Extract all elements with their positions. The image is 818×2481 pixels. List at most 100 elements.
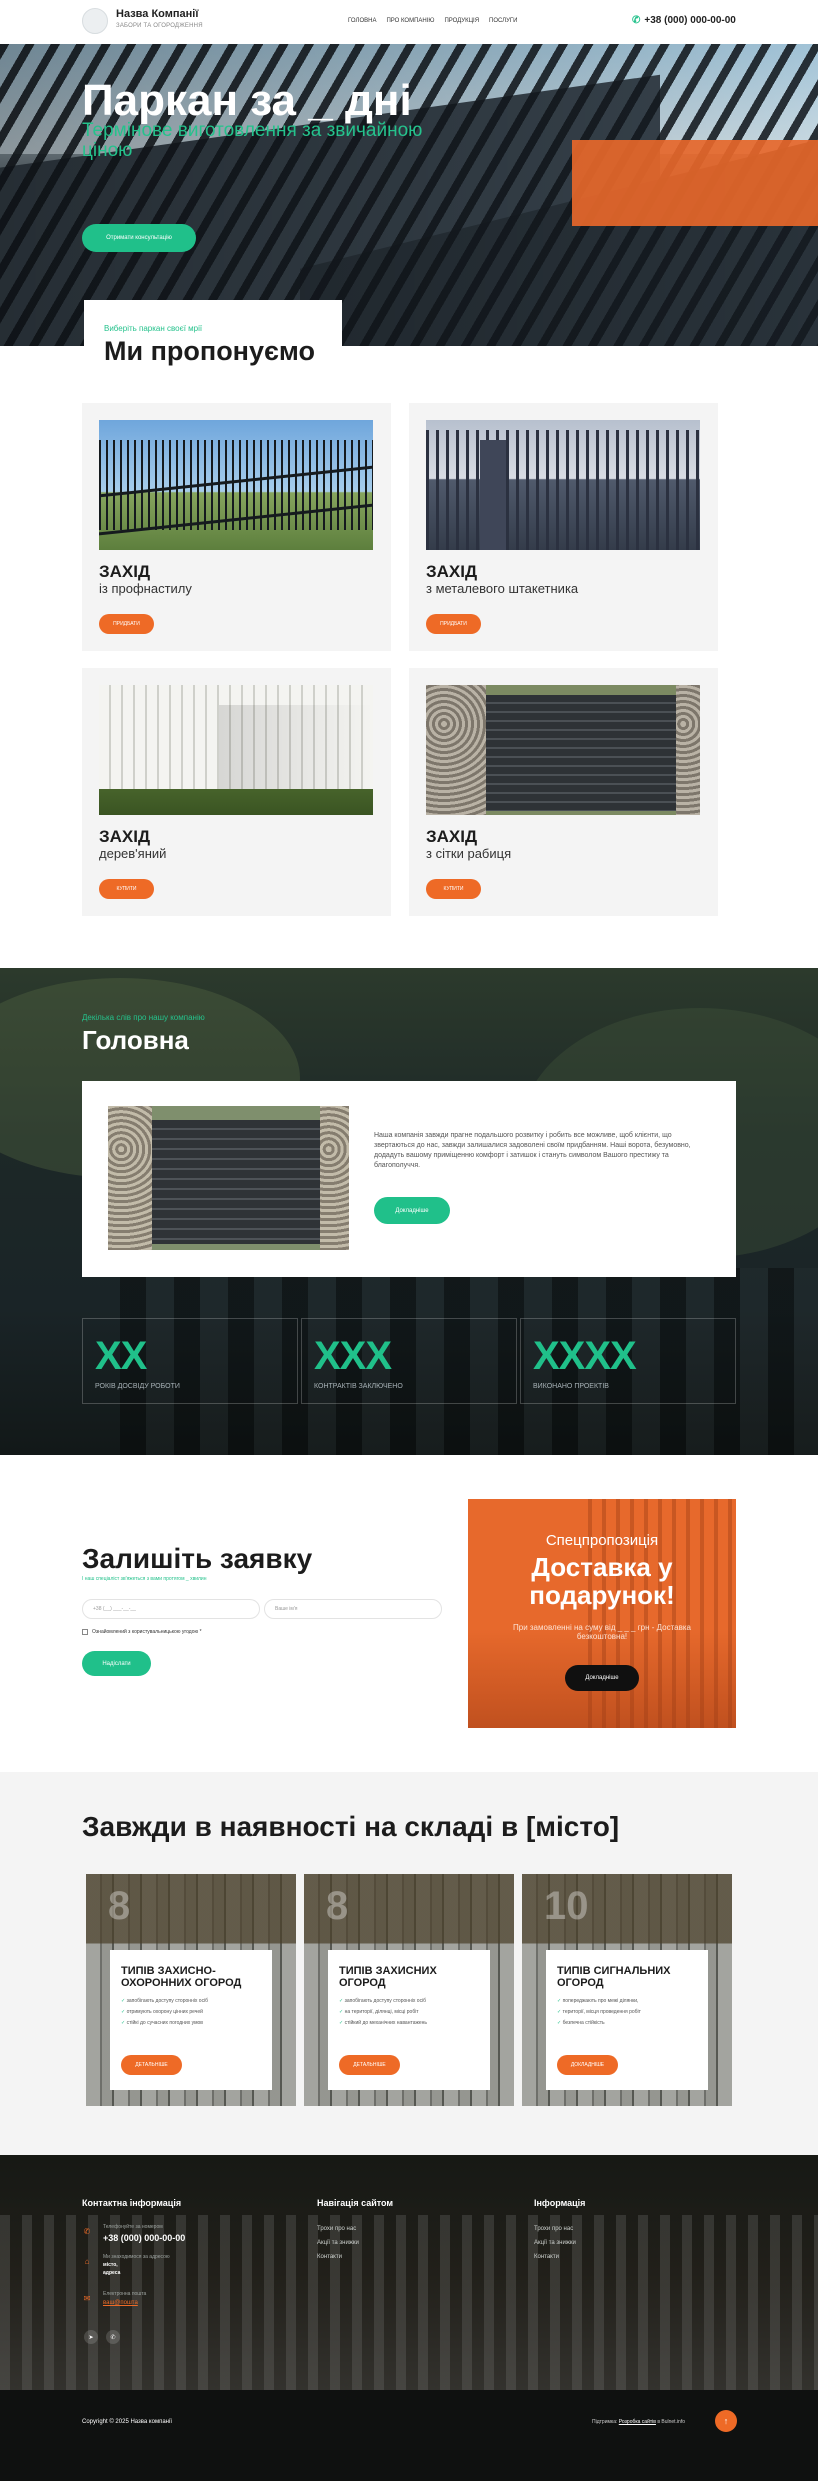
list-item: попереджають про межі ділянки, xyxy=(557,1996,641,2007)
about-title: Головна xyxy=(82,1025,189,1055)
footer-nav-link[interactable]: Контакти xyxy=(317,2254,342,2260)
stock-card-title: ТИПІВ СИГНАЛЬНИХ ОГОРОД xyxy=(557,1965,671,1989)
developer-link[interactable]: Розробка сайтів xyxy=(619,2419,656,2425)
copyright-text: Copyright © 2025 Назва компанії xyxy=(82,2419,172,2425)
viber-icon[interactable]: ✆ xyxy=(106,2330,120,2344)
promo-more-button[interactable]: Докладніше xyxy=(565,1665,639,1691)
about-more-button[interactable]: Докладніше xyxy=(374,1197,450,1224)
header-phone-number[interactable]: +38 (000) 000-00-00 xyxy=(644,15,735,26)
consent-checkbox[interactable] xyxy=(82,1629,88,1635)
footer-email-label: Електронна пошта xyxy=(103,2291,147,2297)
stat-card: XXX КОНТРАКТІВ ЗАКЛЮЧЕНО xyxy=(301,1318,517,1404)
developer-suffix: в Bulnet.info xyxy=(657,2419,686,2425)
stat-card: XXXX ВИКОНАНО ПРОЕКТІВ xyxy=(520,1318,736,1404)
product-image-chain-link xyxy=(426,685,700,815)
stock-card-list: запобігають доступу сторонніх осіб отрим… xyxy=(121,1996,208,2029)
details-button[interactable]: ДОКЛАДНІШЕ xyxy=(557,2055,618,2075)
details-button[interactable]: ДЕТАЛЬНІШЕ xyxy=(339,2055,400,2075)
stock-card-list: попереджають про межі ділянки, території… xyxy=(557,1996,641,2029)
promo-kicker: Спецпропозиція xyxy=(545,1532,659,1549)
about-image xyxy=(108,1106,349,1250)
product-image-metal-picket xyxy=(426,420,700,550)
buy-button[interactable]: КУПИТИ xyxy=(99,879,154,899)
company-logo[interactable] xyxy=(82,8,108,34)
consent-label: Ознайомлений з користувальницькою угодою… xyxy=(92,1629,202,1635)
about-kicker: Декілька слів про нашу компанію xyxy=(82,1013,205,1022)
nav-item-products[interactable]: ПРОДУКЦІЯ xyxy=(444,18,479,24)
promo-title: Доставка у подарунок! xyxy=(529,1552,675,1610)
stock-card-title: ТИПІВ ЗАХИСНИХ ОГОРОД xyxy=(339,1965,437,1989)
footer-info-link[interactable]: Акції та знижки xyxy=(534,2240,576,2246)
product-card: ЗАХІД дерев'яний КУПИТИ xyxy=(82,668,391,916)
footer-info-link[interactable]: Трохи про нас xyxy=(534,2226,573,2232)
consent-checkbox-row[interactable]: Ознайомлений з користувальницькою угодою… xyxy=(82,1629,202,1635)
product-subtitle: дерев'яний xyxy=(99,846,167,861)
footer-address-label: Ми знаходимося за адресою xyxy=(103,2254,170,2260)
telegram-icon[interactable]: ➤ xyxy=(84,2330,98,2344)
list-item: отримують охорону цінних речей xyxy=(121,2007,208,2018)
phone-icon: ✆ xyxy=(83,2226,91,2236)
stat-number: XXX xyxy=(314,1334,392,1378)
footer-nav-link[interactable]: Трохи про нас xyxy=(317,2226,356,2232)
product-title: ЗАХІД xyxy=(426,562,478,581)
footer-overlay xyxy=(0,2155,818,2395)
name-input[interactable]: Ваше ім'я xyxy=(264,1599,442,1619)
product-card: ЗАХІД з сітки рабиця КУПИТИ xyxy=(409,668,718,916)
footer-info-link[interactable]: Контакти xyxy=(534,2254,559,2260)
buy-button[interactable]: КУПИТИ xyxy=(426,879,481,899)
stat-label: ВИКОНАНО ПРОЕКТІВ xyxy=(533,1383,609,1390)
stock-number: 8 xyxy=(108,1884,131,1928)
scroll-to-top-button[interactable]: ↑ xyxy=(715,2410,737,2432)
product-card: ЗАХІД із профнастилу ПРИДБАТИ xyxy=(82,403,391,651)
footer-phone-label: Телефонуйте за номером xyxy=(103,2224,163,2230)
list-item: території, місця проведення робіт xyxy=(557,2007,641,2018)
header-phone[interactable]: ✆ +38 (000) 000-00-00 xyxy=(632,15,736,26)
footer-nav-link[interactable]: Акції та знижки xyxy=(317,2240,359,2246)
footer-info-title: Інформація xyxy=(534,2198,586,2208)
about-text: Наша компанія завжди прагне подальшого р… xyxy=(374,1132,691,1169)
stock-card: 8 ТИПІВ ЗАХИСНО-ОХОРОННИХ ОГОРОД запобіг… xyxy=(86,1874,296,2106)
nav-item-home[interactable]: ГОЛОВНА xyxy=(348,18,376,24)
details-button[interactable]: ДЕТАЛЬНІШЕ xyxy=(121,2055,182,2075)
stat-card: XX РОКІВ ДОСВІДУ РОБОТИ xyxy=(82,1318,298,1404)
consultation-button[interactable]: Отримати консультацію xyxy=(82,224,196,252)
product-subtitle: з сітки рабиця xyxy=(426,846,512,861)
location-icon: ⌂ xyxy=(84,2256,90,2266)
stock-card-list: запобігають доступу сторонніх осіб на те… xyxy=(339,1996,427,2029)
stock-card-title: ТИПІВ ЗАХИСНО-ОХОРОННИХ ОГОРОД xyxy=(121,1965,242,1989)
list-item: стійкі до сучасних погодних умов xyxy=(121,2018,208,2029)
buy-button[interactable]: ПРИДБАТИ xyxy=(99,614,154,634)
nav-item-services[interactable]: ПОСЛУГИ xyxy=(489,18,517,24)
list-item: запобігають доступу сторонніх осіб xyxy=(121,1996,208,2007)
stat-number: XXXX xyxy=(533,1334,637,1378)
phone-input[interactable]: +38 (__) ___-__-__ xyxy=(82,1599,260,1619)
stat-label: КОНТРАКТІВ ЗАКЛЮЧЕНО xyxy=(314,1383,403,1390)
offer-kicker: Виберіть паркан своєї мрії xyxy=(104,324,203,333)
product-title: ЗАХІД xyxy=(99,827,151,846)
buy-button[interactable]: ПРИДБАТИ xyxy=(426,614,481,634)
hero-title: Паркан за _ дні xyxy=(82,76,412,125)
email-icon: ✉ xyxy=(83,2293,91,2303)
list-item: стійкий до механічних навантажень xyxy=(339,2018,427,2029)
stock-card: 10 ТИПІВ СИГНАЛЬНИХ ОГОРОД попереджають … xyxy=(522,1874,732,2106)
company-name[interactable]: Назва Компанії xyxy=(116,8,198,20)
stock-number: 8 xyxy=(326,1884,349,1928)
nav-item-about[interactable]: ПРО КОМПАНІЮ xyxy=(386,18,434,24)
product-title: ЗАХІД xyxy=(99,562,151,581)
submit-button[interactable]: Надіслати xyxy=(82,1651,151,1676)
footer-contact-title: Контактна інформація xyxy=(82,2198,182,2208)
product-image-wooden xyxy=(99,685,373,815)
footer-nav-title: Навігація сайтом xyxy=(317,2198,394,2208)
stat-number: XX xyxy=(95,1334,147,1378)
developer-prefix: Підтримка: xyxy=(592,2419,618,2425)
copyright-bar xyxy=(0,2390,818,2481)
offer-title: Ми пропонуємо xyxy=(104,336,316,366)
main-nav: ГОЛОВНА ПРО КОМПАНІЮ ПРОДУКЦІЯ ПОСЛУГИ xyxy=(348,18,517,24)
footer-address-line: адреса xyxy=(103,2270,121,2276)
developer-credit: Підтримка: Розробка сайтів в Bulnet.info xyxy=(592,2419,685,2425)
stock-card: 8 ТИПІВ ЗАХИСНИХ ОГОРОД запобігають дост… xyxy=(304,1874,514,2106)
list-item: запобігають доступу сторонніх осіб xyxy=(339,1996,427,2007)
footer-email[interactable]: ваш@пошта xyxy=(103,2300,138,2306)
footer-phone[interactable]: +38 (000) 000-00-00 xyxy=(103,2233,185,2243)
product-subtitle: із профнастилу xyxy=(99,581,192,596)
